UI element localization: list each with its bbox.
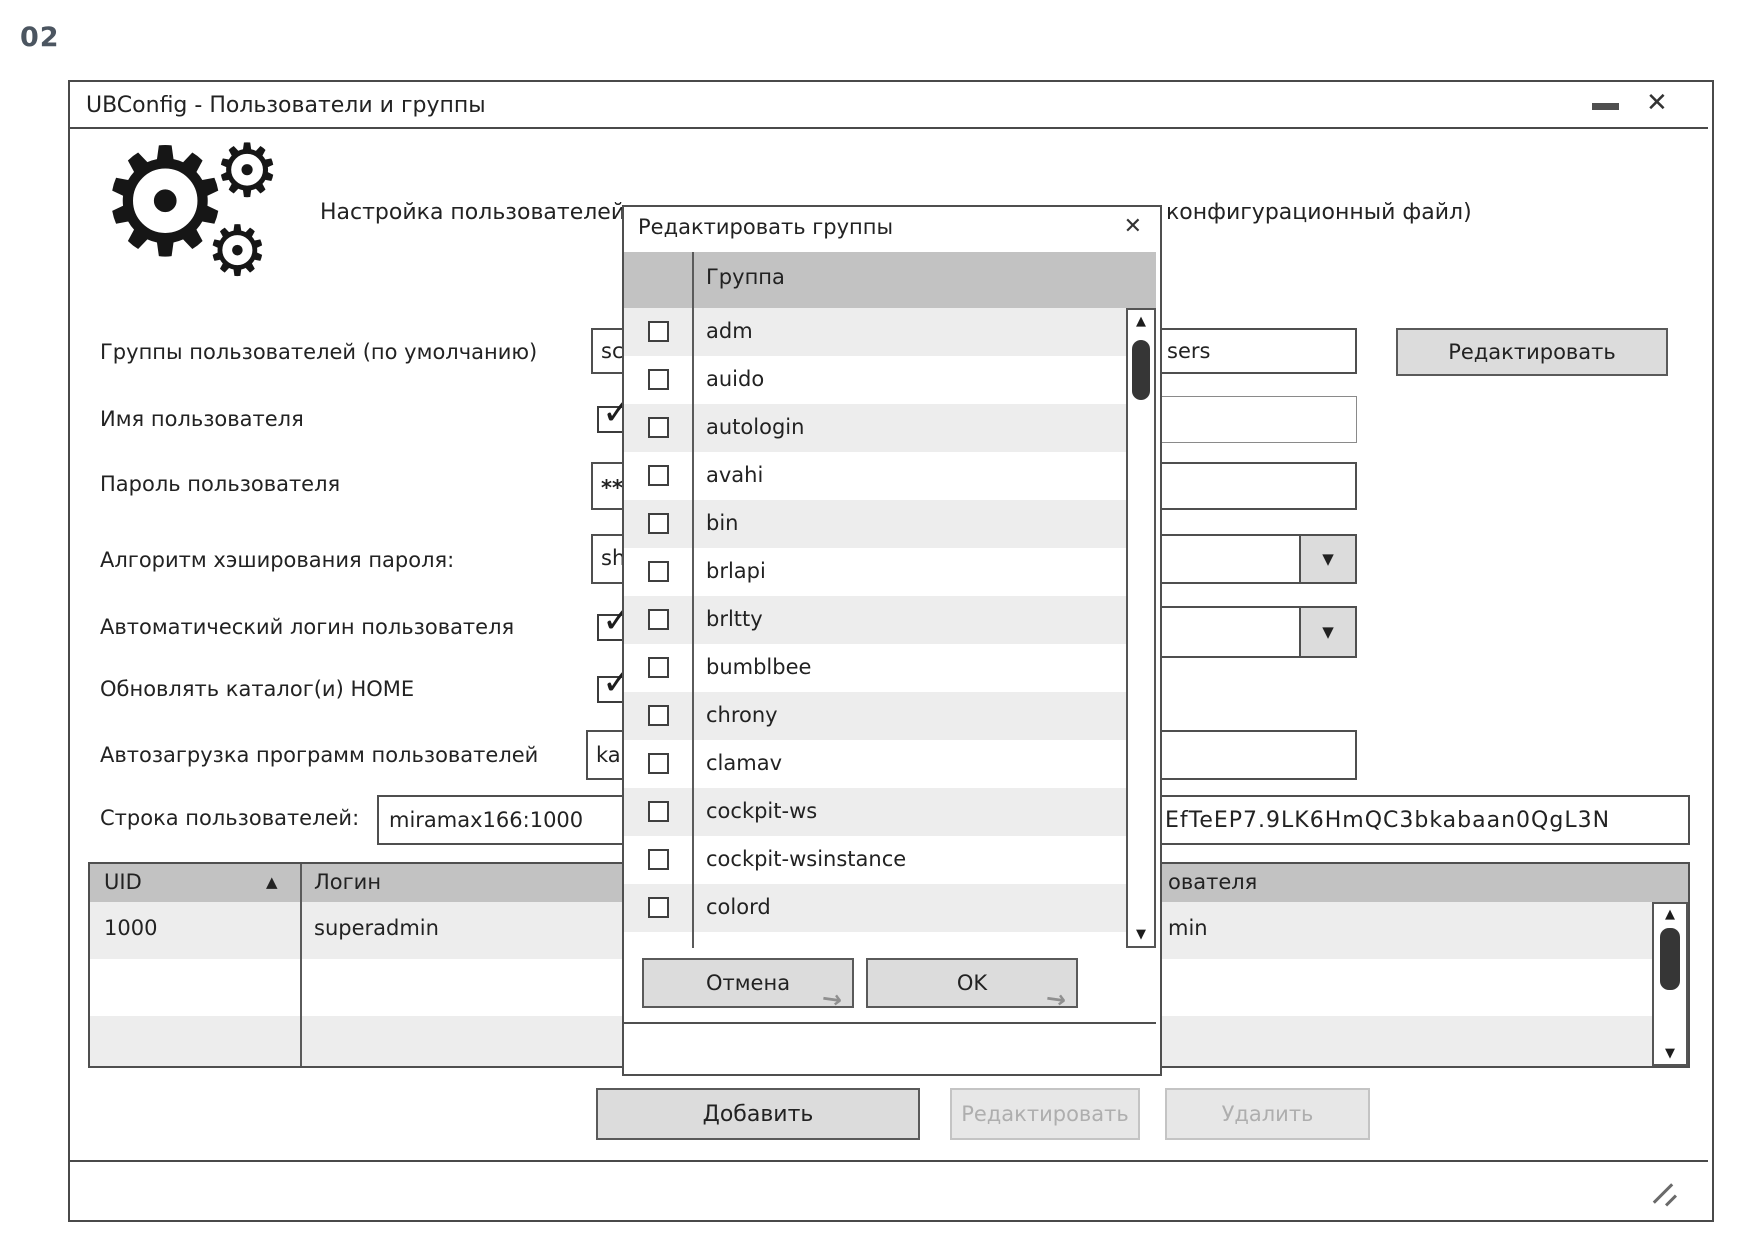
group-checkbox[interactable] (648, 465, 669, 486)
group-checkbox[interactable] (648, 513, 669, 534)
label-users-string: Строка пользователей: (100, 806, 360, 830)
scroll-down-icon[interactable]: ▼ (1654, 1047, 1686, 1060)
dialog-list-header: Группа (624, 252, 1156, 308)
group-name: auido (706, 367, 765, 391)
group-row[interactable]: brlapi (624, 548, 1156, 596)
statusbar-divider (70, 1160, 1708, 1162)
default-groups-value-right: sers (1167, 339, 1211, 363)
table-scrollbar[interactable]: ▲ ▼ (1652, 902, 1688, 1066)
column-header-right-fragment[interactable]: ователя (1168, 870, 1257, 894)
users-string-value-right: EfTeEP7.9LK6HmQC3bkabaan0QgL3N (1165, 808, 1611, 833)
cell-uid: 1000 (104, 916, 158, 940)
label-user-password: Пароль пользователя (100, 472, 341, 496)
users-string-value-left: miramax166:1000 (389, 808, 584, 832)
scroll-up-icon[interactable]: ▲ (1128, 315, 1154, 328)
page-label: 02 (20, 22, 60, 53)
group-name: adm (706, 319, 753, 343)
dialog-title-bar: Редактировать группы ✕ (624, 207, 1156, 254)
dialog-footer-divider (624, 1022, 1156, 1024)
cursor-arrow-icon: → (820, 983, 844, 1015)
group-name: brlapi (706, 559, 766, 583)
group-checkbox[interactable] (648, 897, 669, 918)
canvas: 02 UBConfig - Пользователи и группы ✕ ⚙ … (0, 0, 1753, 1240)
chevron-down-icon[interactable]: ▼ (1299, 536, 1355, 582)
group-name: colord (706, 895, 771, 919)
group-checkbox[interactable] (648, 801, 669, 822)
column-header-login[interactable]: Логин (314, 870, 381, 894)
group-row[interactable]: avahi (624, 452, 1156, 500)
group-row[interactable]: bumblbee (624, 644, 1156, 692)
dialog-title: Редактировать группы (638, 215, 894, 239)
edit-groups-button[interactable]: Редактировать (1396, 328, 1668, 376)
label-user-name: Имя пользователя (100, 407, 304, 431)
group-row[interactable]: cockpit-wsinstance (624, 836, 1156, 884)
edit-button: Редактировать (950, 1088, 1140, 1140)
group-name: chrony (706, 703, 778, 727)
window-title: UBConfig - Пользователи и группы (86, 93, 486, 118)
close-icon[interactable]: ✕ (1646, 88, 1668, 118)
group-row[interactable]: clamav (624, 740, 1156, 788)
username-checkbox[interactable] (597, 392, 632, 433)
scrollbar-thumb[interactable] (1660, 928, 1680, 990)
dialog-scrollbar[interactable]: ▲ ▼ (1126, 308, 1156, 948)
add-button[interactable]: Добавить (596, 1088, 920, 1140)
label-hash-algorithm: Алгоритм хэширования пароля: (100, 548, 455, 572)
password-value: ** (601, 476, 623, 500)
group-row[interactable]: bin (624, 500, 1156, 548)
group-checkbox[interactable] (648, 417, 669, 438)
group-name: clamav (706, 751, 783, 775)
group-name: bin (706, 511, 739, 535)
group-row[interactable]: colord (624, 884, 1156, 932)
label-update-home: Обновлять каталог(и) HOME (100, 677, 415, 701)
autostart-value: ka (596, 743, 621, 767)
update-home-checkbox[interactable] (597, 662, 632, 703)
group-checkbox[interactable] (648, 609, 669, 630)
gear-icon: ⚙ (206, 210, 269, 292)
group-name: cockpit-ws (706, 799, 818, 823)
column-header-group: Группа (706, 265, 785, 289)
close-icon[interactable]: ✕ (1124, 214, 1142, 239)
minimize-icon[interactable] (1592, 103, 1619, 110)
group-row[interactable]: chrony (624, 692, 1156, 740)
label-autologin: Автоматический логин пользователя (100, 615, 515, 639)
group-name: autologin (706, 415, 805, 439)
scroll-down-icon[interactable]: ▼ (1128, 928, 1154, 941)
cursor-arrow-icon: → (1044, 983, 1068, 1015)
group-row[interactable]: auido (624, 356, 1156, 404)
gear-icon: ⚙ (214, 128, 281, 214)
intro-text-left: Настройка пользователей (320, 200, 626, 225)
scroll-up-icon[interactable]: ▲ (1654, 908, 1686, 921)
group-row[interactable]: brltty (624, 596, 1156, 644)
column-divider (692, 252, 694, 948)
delete-button: Удалить (1165, 1088, 1370, 1140)
label-autostart-programs: Автозагрузка программ пользователей (100, 743, 539, 767)
group-checkbox[interactable] (648, 561, 669, 582)
group-checkbox[interactable] (648, 321, 669, 342)
column-header-uid[interactable]: UID (104, 870, 142, 894)
default-groups-value-left: sc (601, 339, 624, 363)
group-name: bumblbee (706, 655, 812, 679)
autologin-checkbox[interactable] (597, 600, 632, 641)
group-checkbox[interactable] (648, 369, 669, 390)
group-checkbox[interactable] (648, 705, 669, 726)
group-name: brltty (706, 607, 763, 631)
intro-text-right: конфигурационный файл) (1166, 200, 1472, 225)
group-name: cockpit-wsinstance (706, 847, 907, 871)
scrollbar-thumb[interactable] (1132, 340, 1150, 400)
group-row[interactable]: adm (624, 308, 1156, 356)
sort-asc-icon[interactable]: ▲ (266, 873, 278, 891)
group-checkbox[interactable] (648, 657, 669, 678)
group-row[interactable]: autologin (624, 404, 1156, 452)
group-checkbox[interactable] (648, 849, 669, 870)
column-divider (300, 864, 302, 1066)
group-row[interactable]: cockpit-ws (624, 788, 1156, 836)
edit-groups-dialog: Редактировать группы ✕ Группа adm auido … (622, 205, 1162, 1076)
group-name: avahi (706, 463, 764, 487)
chevron-down-icon[interactable]: ▼ (1299, 608, 1355, 656)
cell-right-fragment: min (1168, 916, 1208, 940)
label-default-groups: Группы пользователей (по умолчанию) (100, 340, 538, 364)
group-checkbox[interactable] (648, 753, 669, 774)
cell-login: superadmin (314, 916, 439, 940)
